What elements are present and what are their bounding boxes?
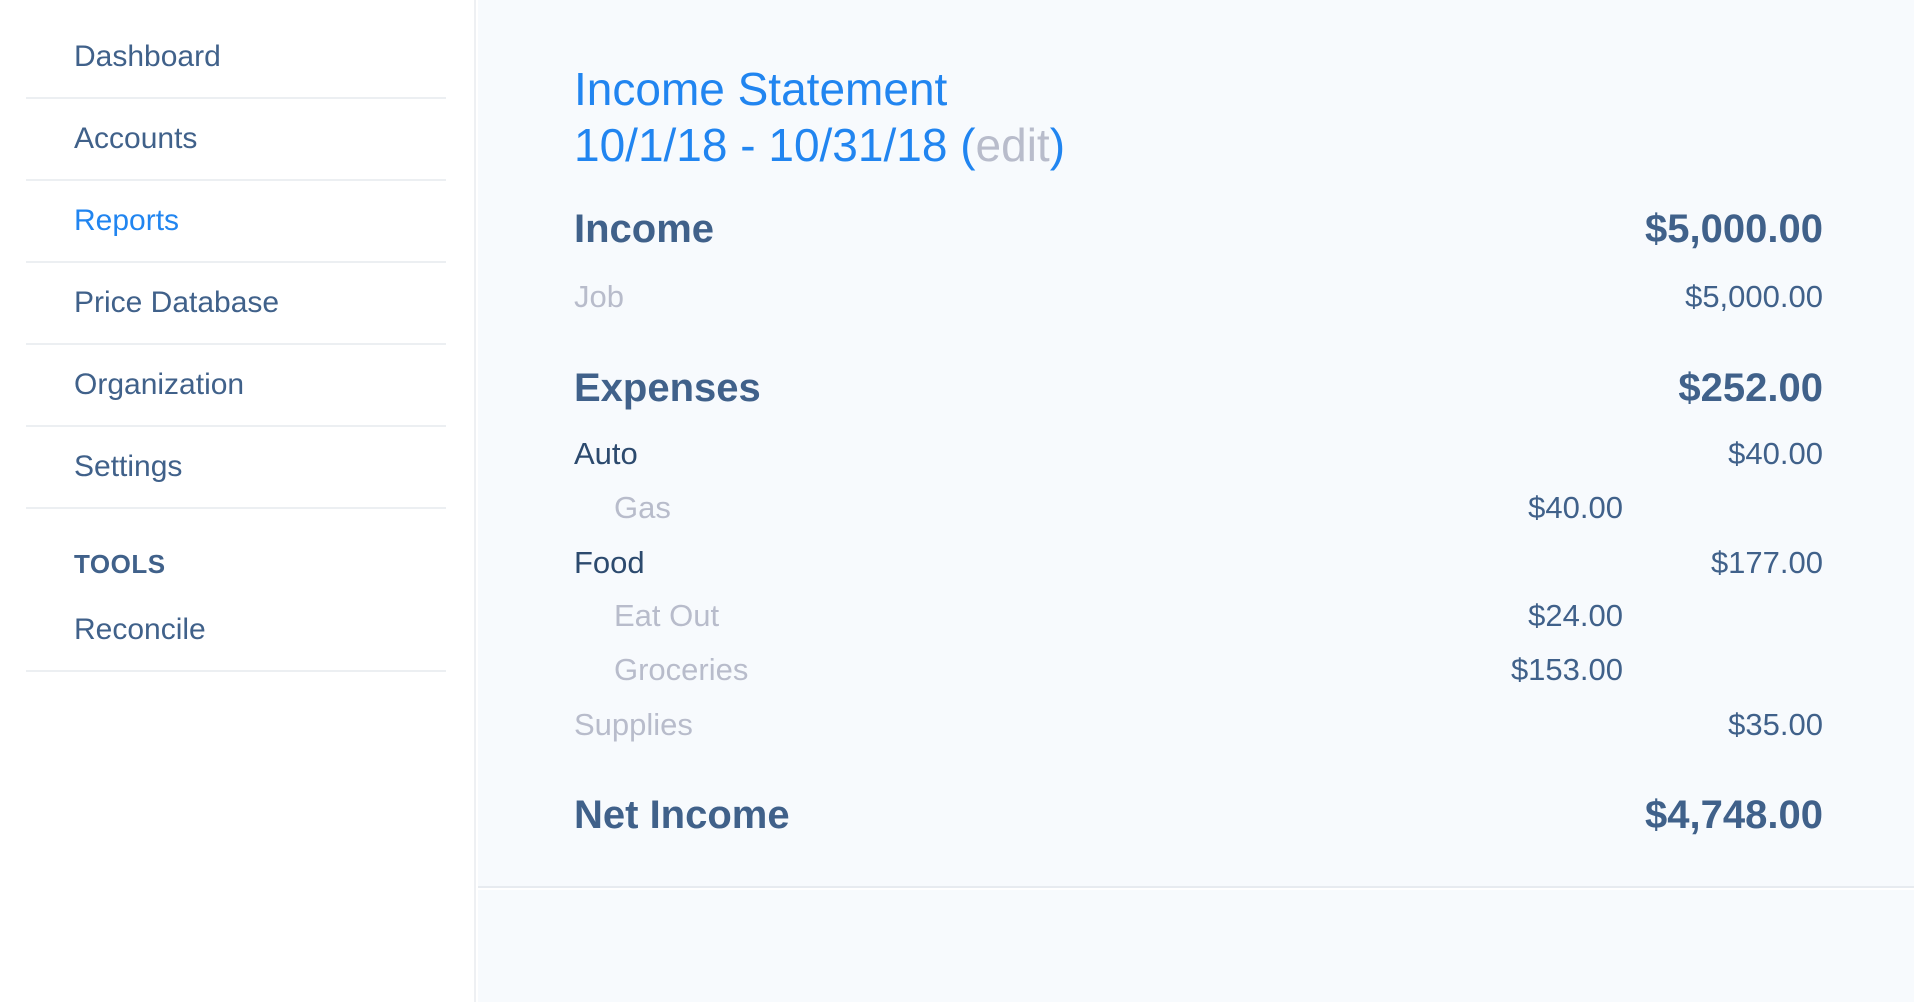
net-income-row: Net Income $4,748.00 bbox=[574, 790, 1823, 840]
account-amount: $35.00 bbox=[1728, 707, 1823, 742]
sidebar-item-accounts[interactable]: Accounts bbox=[26, 99, 446, 181]
income-row-job: Job $5,000.00 bbox=[574, 272, 1823, 322]
report-panel: Income Statement 10/1/18 - 10/31/18 (edi… bbox=[478, 0, 1914, 888]
account-amount: $5,000.00 bbox=[1685, 279, 1823, 314]
account-amount: $177.00 bbox=[1710, 545, 1823, 580]
expense-row-auto: Auto $40.00 bbox=[574, 429, 1823, 479]
date-range-text: 10/1/18 - 10/31/18 bbox=[574, 119, 948, 171]
account-amount: $40.00 bbox=[1728, 436, 1823, 471]
expense-row-supplies: Supplies $35.00 bbox=[574, 700, 1823, 750]
income-total: $5,000.00 bbox=[1645, 206, 1823, 251]
tools-heading: TOOLS bbox=[74, 549, 166, 579]
expenses-heading: Expenses bbox=[574, 365, 761, 410]
account-amount: $40.00 bbox=[1528, 490, 1623, 525]
account-amount: $24.00 bbox=[1528, 598, 1623, 633]
sidebar-item-dashboard[interactable]: Dashboard bbox=[26, 17, 446, 99]
account-label[interactable]: Gas bbox=[574, 490, 671, 526]
expense-row-eat-out: Eat Out $24.00 bbox=[574, 591, 1823, 641]
sidebar-item-reconcile[interactable]: Reconcile bbox=[26, 590, 446, 672]
sidebar-item-price-database[interactable]: Price Database bbox=[26, 263, 446, 345]
report-title: Income Statement bbox=[574, 63, 948, 115]
account-amount: $153.00 bbox=[1510, 652, 1623, 687]
net-income-total: $4,748.00 bbox=[1645, 792, 1823, 837]
main-footer-area bbox=[478, 890, 1914, 1002]
account-label[interactable]: Groceries bbox=[574, 652, 748, 688]
expenses-heading-row: Expenses $252.00 bbox=[574, 363, 1823, 413]
income-heading: Income bbox=[574, 206, 715, 251]
income-heading-row: Income $5,000.00 bbox=[574, 204, 1823, 254]
expense-row-groceries: Groceries $153.00 bbox=[574, 645, 1823, 695]
report-date-range: 10/1/18 - 10/31/18 (edit) bbox=[574, 117, 1065, 173]
edit-date-link[interactable]: edit bbox=[976, 119, 1050, 171]
net-income-heading: Net Income bbox=[574, 792, 790, 837]
account-label[interactable]: Job bbox=[574, 279, 624, 315]
sidebar-item-reports[interactable]: Reports bbox=[26, 181, 446, 263]
sidebar: Dashboard Accounts Reports Price Databas… bbox=[0, 0, 476, 1002]
sidebar-item-organization[interactable]: Organization bbox=[26, 345, 446, 427]
expense-row-food: Food $177.00 bbox=[574, 538, 1823, 588]
close-paren: ) bbox=[1049, 119, 1066, 171]
expenses-total: $252.00 bbox=[1678, 365, 1823, 410]
account-label[interactable]: Supplies bbox=[574, 707, 693, 743]
account-label[interactable]: Food bbox=[574, 545, 645, 581]
expense-row-gas: Gas $40.00 bbox=[574, 483, 1823, 533]
account-label[interactable]: Auto bbox=[574, 436, 638, 472]
open-paren: ( bbox=[960, 119, 976, 171]
account-label[interactable]: Eat Out bbox=[574, 598, 719, 634]
sidebar-item-settings[interactable]: Settings bbox=[26, 427, 446, 509]
